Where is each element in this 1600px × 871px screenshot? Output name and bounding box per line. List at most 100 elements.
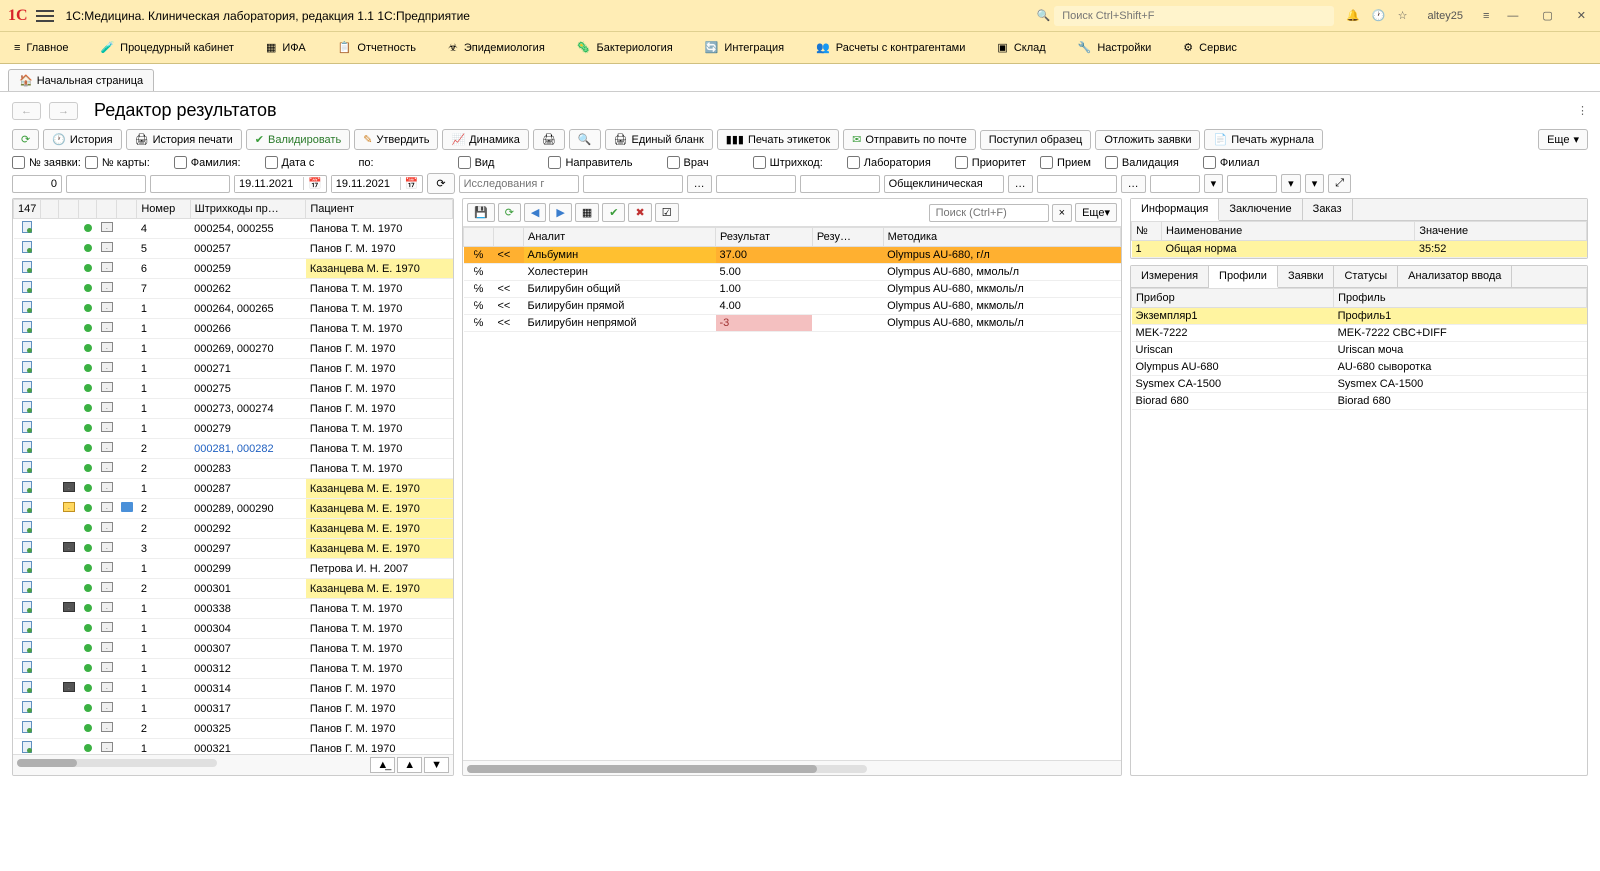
approve-button[interactable]: ✎Утвердить (354, 129, 438, 150)
profiles-grid[interactable]: Прибор Профиль Экземпляр1Профиль1MEK-722… (1131, 288, 1587, 775)
table-row[interactable]: 1 000273, 000274 Панов Г. М. 1970 (14, 399, 453, 419)
tab-conclusion[interactable]: Заключение (1219, 199, 1302, 220)
table-row[interactable]: 1 000275 Панов Г. М. 1970 (14, 379, 453, 399)
mainmenu-settings[interactable]: 🔧Настройки (1072, 37, 1158, 58)
lab-pick[interactable]: … (1008, 175, 1033, 193)
barcode-check[interactable] (753, 156, 766, 169)
table-row[interactable]: 2 000281, 000282 Панова Т. М. 1970 (14, 439, 453, 459)
table-row[interactable]: 2 000301 Казанцева М. Е. 1970 (14, 579, 453, 599)
col-method[interactable]: Методика (883, 228, 1120, 247)
expand-icon[interactable]: ⤢ (1328, 174, 1351, 193)
nav-back[interactable]: ← (12, 102, 41, 120)
sample-received-button[interactable]: Поступил образец (980, 130, 1092, 150)
validation-pick[interactable]: ▾ (1281, 174, 1301, 193)
tab-statuses[interactable]: Статусы (1334, 266, 1398, 287)
analyte-search[interactable] (929, 204, 1049, 222)
table-row[interactable]: 2 000289, 000290 Казанцева М. Е. 1970 (14, 499, 453, 519)
table-row[interactable]: 7 000262 Панова Т. М. 1970 (14, 279, 453, 299)
date-refresh[interactable]: ⟳ (427, 173, 454, 194)
research-field[interactable] (459, 175, 579, 193)
lab-check[interactable] (847, 156, 860, 169)
req-no-check[interactable] (12, 156, 25, 169)
table-row[interactable]: 4 000254, 000255 Панова Т. М. 1970 (14, 219, 453, 239)
barcode-field[interactable] (800, 175, 880, 193)
mainmenu-bacteriology[interactable]: 🦠Бактериология (571, 37, 679, 58)
single-blank-button[interactable]: 🖨Единый бланк (605, 129, 713, 150)
validation-field[interactable] (1227, 175, 1277, 193)
counter-field[interactable] (12, 175, 62, 193)
table-row[interactable]: 2 000283 Панова Т. М. 1970 (14, 459, 453, 479)
print-history-button[interactable]: 🖨История печати (126, 129, 242, 150)
minimize-icon[interactable]: — (1501, 10, 1524, 22)
refresh-icon[interactable]: ⟳ (498, 203, 521, 222)
intake-check[interactable] (1040, 156, 1053, 169)
referrer-pick[interactable]: … (687, 175, 712, 193)
print-journal-button[interactable]: 📄Печать журнала (1204, 129, 1323, 150)
next-icon[interactable]: ▶ (549, 203, 571, 222)
page-more-icon[interactable]: ⋮ (1577, 104, 1588, 117)
table-row[interactable]: Biorad 680Biorad 680 (1132, 393, 1587, 410)
tab-requests[interactable]: Заявки (1278, 266, 1335, 287)
tab-measurements[interactable]: Измерения (1131, 266, 1209, 287)
table-row[interactable]: 1 000269, 000270 Панов Г. М. 1970 (14, 339, 453, 359)
doctor-field[interactable] (716, 175, 796, 193)
accept-icon[interactable]: ✔ (602, 203, 625, 222)
surname-check[interactable] (174, 156, 187, 169)
mainmenu-ifa[interactable]: ▦ИФА (260, 37, 312, 58)
referrer-check[interactable] (548, 156, 561, 169)
validate-button[interactable]: ✔Валидировать (246, 129, 350, 150)
mainmenu-reports[interactable]: 📋Отчетность (332, 37, 422, 58)
analytes-more[interactable]: Еще ▾ (1075, 203, 1117, 222)
postpone-button[interactable]: Отложить заявки (1095, 130, 1200, 150)
tab-info[interactable]: Информация (1131, 199, 1219, 221)
tab-order[interactable]: Заказ (1303, 199, 1353, 220)
table-row[interactable]: 1 000307 Панова Т. М. 1970 (14, 639, 453, 659)
calendar-icon[interactable]: 📅 (303, 177, 326, 190)
date-from-field[interactable]: 📅 (234, 175, 327, 193)
table-row[interactable]: 1 000304 Панова Т. М. 1970 (14, 619, 453, 639)
table-row[interactable]: 1 000338 Панова Т. М. 1970 (14, 599, 453, 619)
analytes-grid[interactable]: Аналит Результат Резу… Методика ℅ << Аль… (463, 227, 1121, 760)
table-row[interactable]: Экземпляр1Профиль1 (1132, 308, 1587, 325)
info-grid[interactable]: № Наименование Значение 1Общая норма35:5… (1131, 221, 1587, 258)
table-row[interactable]: ℅ Холестерин 5.00 Olympus AU-680, ммоль/… (464, 264, 1121, 281)
save-icon[interactable]: 💾 (467, 203, 495, 222)
table-row[interactable]: MEK-7222MEK-7222 CBC+DIFF (1132, 325, 1587, 342)
close-icon[interactable]: ✕ (1571, 9, 1592, 22)
delete-icon[interactable]: ✖ (628, 203, 651, 222)
date-to-field[interactable]: 📅 (331, 175, 424, 193)
doctor-check[interactable] (667, 156, 680, 169)
history-icon[interactable]: 🕐 (1372, 9, 1386, 22)
tab-analyzer-input[interactable]: Анализатор ввода (1398, 266, 1512, 287)
table-row[interactable]: 1 000321 Панов Г. М. 1970 (14, 739, 453, 755)
prev-icon[interactable]: ◀ (524, 203, 546, 222)
table-row[interactable]: 5 000257 Панов Г. М. 1970 (14, 239, 453, 259)
preview-button[interactable]: 🔍 (569, 129, 601, 150)
validation-check[interactable] (1105, 156, 1118, 169)
nav-first[interactable]: ▲̲ (370, 757, 395, 773)
table-icon[interactable]: ▦ (575, 203, 599, 222)
priority-check[interactable] (955, 156, 968, 169)
col-patient[interactable]: Пациент (306, 200, 453, 219)
star-icon[interactable]: ☆ (1398, 9, 1408, 22)
refresh-button[interactable]: ⟳ (12, 129, 39, 150)
table-row[interactable]: UriscanUriscan моча (1132, 342, 1587, 359)
table-row[interactable]: 1 000317 Панов Г. М. 1970 (14, 699, 453, 719)
table-row[interactable]: Sysmex CA-1500Sysmex CA-1500 (1132, 376, 1587, 393)
clear-search[interactable]: × (1052, 204, 1072, 222)
more-button[interactable]: Еще ▾ (1538, 129, 1588, 150)
mainmenu-main[interactable]: ≡Главное (8, 38, 74, 58)
col-result[interactable]: Результат (716, 228, 813, 247)
table-row[interactable]: 1 000266 Панова Т. М. 1970 (14, 319, 453, 339)
dynamics-button[interactable]: 📈Динамика (442, 129, 528, 150)
history-button[interactable]: 🕐История (43, 129, 121, 150)
intake-field[interactable] (1150, 175, 1200, 193)
requests-grid[interactable]: 147 Номер Штрихкоды пр… Пациент 4 000254… (13, 199, 453, 754)
table-row[interactable]: 1 000312 Панова Т. М. 1970 (14, 659, 453, 679)
task-icon[interactable]: ☑ (655, 203, 679, 222)
table-row[interactable]: 1 000264, 000265 Панова Т. М. 1970 (14, 299, 453, 319)
card-no-check[interactable] (85, 156, 98, 169)
mainmenu-stock[interactable]: ▣Склад (991, 37, 1051, 58)
user-name[interactable]: altey25 (1419, 10, 1470, 22)
mainmenu-epidem[interactable]: ☣Эпидемиология (442, 37, 551, 58)
